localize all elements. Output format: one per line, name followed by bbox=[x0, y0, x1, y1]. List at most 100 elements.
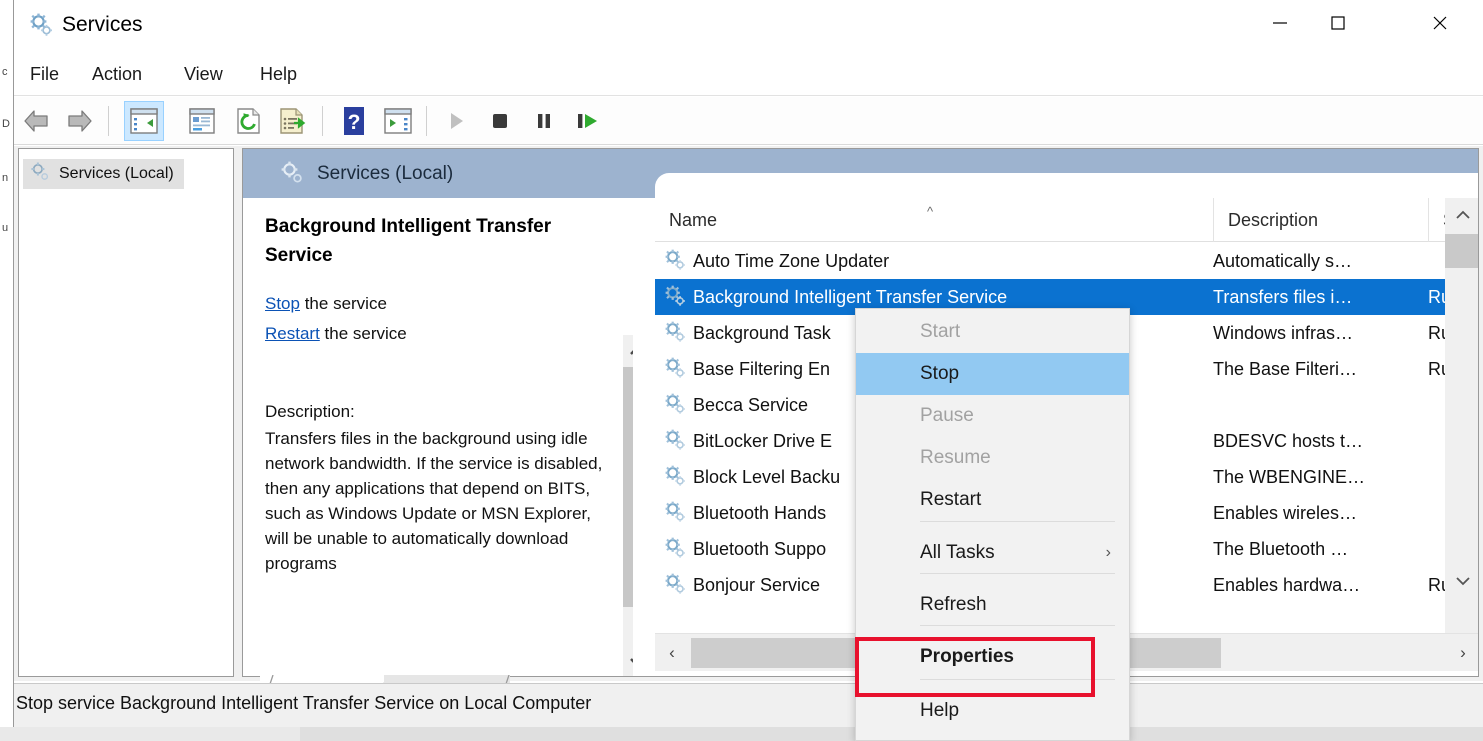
pause-service-icon[interactable] bbox=[524, 101, 564, 141]
service-name: Becca Service bbox=[693, 394, 809, 415]
menu-item-label: Restart bbox=[920, 489, 982, 510]
export-list-icon[interactable] bbox=[272, 101, 312, 141]
column-header-description[interactable]: Description bbox=[1213, 198, 1428, 242]
results-banner-label: Services (Local) bbox=[317, 163, 454, 184]
service-gear-icon bbox=[663, 356, 687, 380]
services-gear-icon bbox=[29, 161, 51, 188]
scroll-down-icon[interactable] bbox=[1445, 564, 1478, 598]
column-header-description-label: Description bbox=[1228, 209, 1319, 230]
service-gear-icon bbox=[663, 428, 687, 452]
refresh-icon[interactable] bbox=[228, 101, 268, 141]
banner-notch bbox=[655, 173, 1478, 198]
service-gear-icon bbox=[663, 248, 687, 272]
menu-item-help[interactable]: Help bbox=[258, 52, 299, 96]
restart-suffix: the service bbox=[319, 324, 407, 343]
table-row[interactable]: Auto Time Zone Updater Automatically s… bbox=[655, 243, 1445, 279]
details-description-body: Transfers files in the background using … bbox=[265, 429, 603, 573]
service-name: Background Task bbox=[693, 322, 831, 343]
details-stop-line: Stop the service bbox=[265, 294, 387, 314]
service-description: The Base Filteri… bbox=[1213, 358, 1358, 379]
status-bar-text: Stop service Background Intelligent Tran… bbox=[16, 693, 592, 713]
svg-text:?: ? bbox=[348, 111, 361, 134]
scroll-right-icon[interactable]: › bbox=[1446, 634, 1478, 672]
list-vertical-scrollbar[interactable] bbox=[1445, 198, 1478, 633]
menu-item-action[interactable]: Action bbox=[90, 52, 144, 96]
service-gear-icon bbox=[663, 320, 687, 344]
scroll-left-icon[interactable]: ‹ bbox=[655, 634, 689, 672]
menu-item-pause: Pause bbox=[856, 395, 1129, 437]
restart-service-icon[interactable] bbox=[568, 101, 608, 141]
properties-window-icon[interactable] bbox=[182, 101, 222, 141]
menu-item-restart[interactable]: Restart bbox=[856, 479, 1129, 521]
show-action-pane-icon[interactable] bbox=[378, 101, 418, 141]
scroll-down-icon[interactable] bbox=[623, 648, 633, 676]
back-arrow-icon[interactable] bbox=[16, 101, 56, 141]
background-window-peek: c D n u bbox=[0, 0, 14, 741]
peek-text-4: u bbox=[2, 222, 9, 234]
console-tree-pane: Services (Local) bbox=[18, 148, 234, 677]
service-description: Enables hardwa… bbox=[1213, 574, 1361, 595]
service-gear-icon bbox=[663, 572, 687, 596]
help-icon[interactable]: ? bbox=[334, 101, 374, 141]
service-gear-icon bbox=[663, 500, 687, 524]
menu-item-label: Start bbox=[920, 321, 961, 342]
menu-item-label: Stop bbox=[920, 363, 960, 384]
details-scrollbar-thumb[interactable] bbox=[623, 367, 633, 607]
details-scrollbar[interactable] bbox=[623, 335, 633, 676]
close-icon[interactable] bbox=[1411, 0, 1469, 46]
toolbar-separator-1 bbox=[108, 106, 109, 136]
list-header: Name ^ Description Statu bbox=[655, 198, 1478, 242]
status-bar: Stop service Background Intelligent Tran… bbox=[14, 683, 1483, 727]
list-vertical-scrollbar-thumb[interactable] bbox=[1445, 234, 1478, 268]
menu-item-view[interactable]: View bbox=[182, 52, 225, 96]
column-header-name-label: Name bbox=[669, 209, 718, 230]
service-gear-icon bbox=[663, 284, 687, 308]
service-description: Enables wireles… bbox=[1213, 502, 1358, 523]
menu-item-label: Help bbox=[920, 700, 960, 721]
menu-item-all-tasks[interactable]: All Tasks › bbox=[856, 532, 1129, 574]
sort-ascending-icon: ^ bbox=[927, 204, 934, 219]
menu-separator bbox=[920, 573, 1115, 574]
scroll-up-icon[interactable] bbox=[1445, 198, 1478, 232]
stop-service-icon[interactable] bbox=[480, 101, 520, 141]
show-hide-console-tree-icon[interactable] bbox=[124, 101, 164, 141]
minimize-icon[interactable] bbox=[1251, 0, 1309, 46]
service-name: Background Intelligent Transfer Service bbox=[693, 286, 1008, 307]
tree-node-label: Services (Local) bbox=[59, 165, 174, 182]
service-name: Base Filtering En bbox=[693, 358, 831, 379]
service-description: The WBENGINE… bbox=[1213, 466, 1366, 487]
start-service-icon[interactable] bbox=[436, 101, 476, 141]
service-name: BitLocker Drive E bbox=[693, 430, 833, 451]
peek-text-1: c bbox=[2, 66, 8, 78]
menu-item-file[interactable]: File bbox=[28, 52, 61, 96]
window-title: Services bbox=[62, 13, 143, 36]
menu-separator bbox=[920, 521, 1115, 522]
service-gear-icon bbox=[663, 464, 687, 488]
menu-separator bbox=[920, 679, 1115, 680]
forward-arrow-icon[interactable] bbox=[60, 101, 100, 141]
service-gear-icon bbox=[663, 536, 687, 560]
column-header-name[interactable]: Name bbox=[655, 198, 1213, 242]
menu-item-refresh[interactable]: Refresh bbox=[856, 584, 1129, 626]
restart-service-link[interactable]: Restart bbox=[265, 324, 320, 343]
service-description: BDESVC hosts t… bbox=[1213, 430, 1364, 451]
service-name: Auto Time Zone Updater bbox=[693, 250, 890, 271]
details-service-title: Background Intelligent Transfer Service bbox=[265, 216, 552, 266]
menu-item-help[interactable]: Help bbox=[856, 690, 1129, 732]
menu-item-stop[interactable]: Stop bbox=[856, 353, 1129, 395]
service-gear-icon bbox=[663, 392, 687, 416]
service-name: Block Level Backu bbox=[693, 466, 841, 487]
menu-item-properties[interactable]: Properties bbox=[856, 636, 1129, 678]
service-name: Bonjour Service bbox=[693, 574, 821, 595]
menu-item-label: Properties bbox=[920, 646, 1014, 667]
scroll-up-icon[interactable] bbox=[623, 335, 633, 365]
peek-text-3: n bbox=[2, 172, 9, 184]
tree-node-services-local[interactable]: Services (Local) bbox=[23, 159, 184, 189]
services-window: Services File Action View Help ? Service… bbox=[14, 0, 1483, 727]
maximize-icon[interactable] bbox=[1309, 0, 1367, 46]
stop-service-link[interactable]: Stop bbox=[265, 294, 300, 313]
results-banner: Services (Local) bbox=[243, 149, 1478, 198]
service-name: Bluetooth Hands bbox=[693, 502, 827, 523]
menu-item-label: Pause bbox=[920, 405, 974, 426]
service-description: Automatically s… bbox=[1213, 250, 1353, 271]
